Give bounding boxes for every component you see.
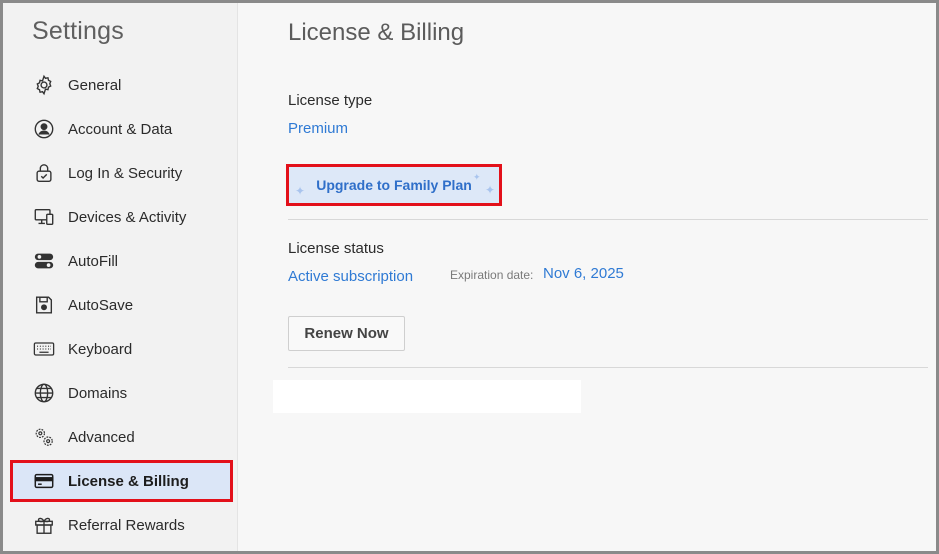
upgrade-family-plan-button[interactable]: ✦ Upgrade to Family Plan ✦ ✦: [286, 164, 502, 206]
sidebar-item-label: AutoFill: [68, 252, 119, 270]
sidebar-item-autosave[interactable]: AutoSave: [10, 287, 230, 323]
autofill-toggle-icon: [33, 250, 55, 272]
license-status-label: License status: [288, 240, 384, 257]
blank-area: [273, 380, 581, 413]
sidebar-item-general[interactable]: General: [10, 67, 230, 103]
expiration-date-label: Expiration date:: [450, 268, 534, 282]
gift-icon: [33, 514, 55, 536]
sparkle-icon: ✦: [295, 184, 306, 198]
sidebar-item-devices-activity[interactable]: Devices & Activity: [10, 199, 230, 235]
main-content: License & Billing License type Premium ✦…: [239, 3, 936, 551]
credit-card-icon: [33, 470, 55, 492]
sidebar-item-label: Devices & Activity: [68, 208, 187, 226]
sidebar-item-label: Referral Rewards: [68, 516, 185, 534]
section-divider: [288, 219, 928, 220]
sidebar-item-referral-rewards[interactable]: Referral Rewards: [10, 507, 230, 543]
sidebar-title: Settings: [32, 17, 124, 45]
page-title: License & Billing: [288, 19, 465, 46]
globe-icon: [33, 382, 55, 404]
save-icon: [33, 294, 55, 316]
sidebar-item-license-billing[interactable]: License & Billing: [10, 460, 233, 502]
sparkle-icon: ✦: [485, 183, 496, 197]
sidebar-item-domains[interactable]: Domains: [10, 375, 230, 411]
sidebar-item-label: Account & Data: [68, 120, 173, 138]
sidebar-item-label: License & Billing: [68, 472, 189, 490]
sidebar-item-label: Log In & Security: [68, 164, 183, 182]
sidebar-item-advanced[interactable]: Advanced: [10, 419, 230, 455]
sidebar-item-label: General: [68, 76, 122, 94]
keyboard-icon: [33, 338, 55, 360]
sidebar-item-keyboard[interactable]: Keyboard: [10, 331, 230, 367]
user-circle-icon: [33, 118, 55, 140]
sparkle-icon: ✦: [473, 172, 481, 182]
sidebar-item-label: AutoSave: [68, 296, 134, 314]
gear-icon: [33, 74, 55, 96]
renew-now-button[interactable]: Renew Now: [288, 316, 405, 351]
gears-icon: [33, 426, 55, 448]
settings-sidebar: Settings General Account & Data Log In &…: [3, 3, 238, 551]
sidebar-item-label: Advanced: [68, 428, 135, 446]
license-type-label: License type: [288, 92, 373, 109]
license-status-value[interactable]: Active subscription: [288, 268, 413, 285]
lock-icon: [33, 162, 55, 184]
sidebar-item-label: Keyboard: [68, 340, 133, 358]
sidebar-item-login-security[interactable]: Log In & Security: [10, 155, 230, 191]
section-divider: [288, 367, 928, 368]
sidebar-item-account-data[interactable]: Account & Data: [10, 111, 230, 147]
window-frame: Settings General Account & Data Log In &…: [0, 0, 939, 554]
sidebar-item-autofill[interactable]: AutoFill: [10, 243, 230, 279]
devices-icon: [33, 206, 55, 228]
expiration-date-value: Nov 6, 2025: [543, 265, 624, 282]
upgrade-button-label: Upgrade to Family Plan: [316, 177, 472, 193]
sidebar-item-label: Domains: [68, 384, 128, 402]
license-type-value[interactable]: Premium: [288, 120, 348, 137]
